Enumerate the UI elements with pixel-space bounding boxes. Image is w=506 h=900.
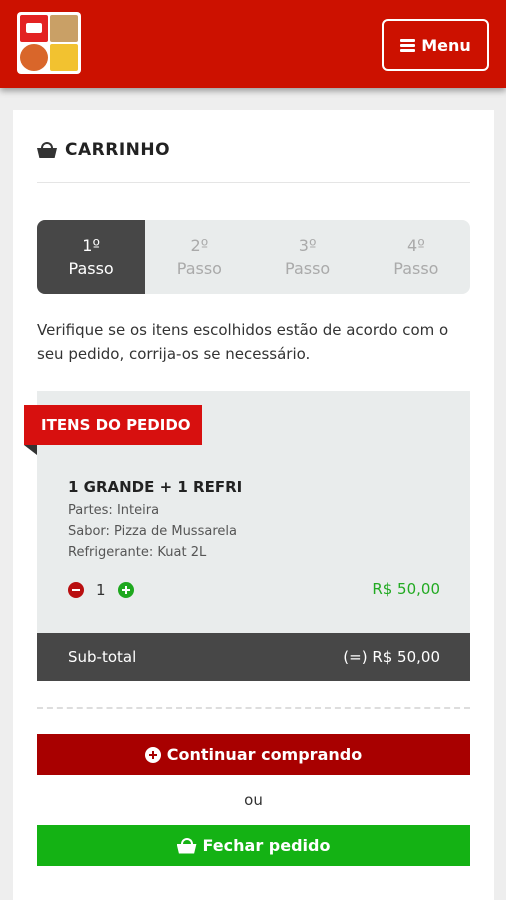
item-price: R$ 50,00 <box>372 580 440 598</box>
basket-icon <box>37 142 57 158</box>
item-name: 1 GRANDE + 1 REFRI <box>68 478 243 496</box>
step-number: 2º <box>190 235 209 255</box>
quantity-value: 1 <box>96 581 106 599</box>
dashed-divider <box>37 707 470 709</box>
menu-button[interactable]: Menu <box>382 19 489 71</box>
logo-tile <box>20 15 48 42</box>
step-4[interactable]: 4º Passo <box>362 220 470 294</box>
step-number: 3º <box>298 235 317 255</box>
store-logo[interactable] <box>17 12 81 74</box>
divider <box>37 182 470 183</box>
logo-tile <box>20 44 48 71</box>
order-items-panel: ITENS DO PEDIDO 1 GRANDE + 1 REFRI Parte… <box>24 391 470 681</box>
continue-shopping-button[interactable]: Continuar comprando <box>37 734 470 775</box>
cart-title: CARRINHO <box>65 140 171 160</box>
plus-circle-icon[interactable] <box>117 582 134 598</box>
cart-heading: CARRINHO <box>37 140 170 160</box>
step-3[interactable]: 3º Passo <box>254 220 362 294</box>
step-1[interactable]: 1º Passo <box>37 220 146 294</box>
ribbon-fold <box>24 445 37 455</box>
subtotal-value: (=) R$ 50,00 <box>343 648 440 666</box>
logo-tile <box>50 15 78 42</box>
subtotal-bar: Sub-total (=) R$ 50,00 <box>37 633 470 681</box>
subtotal-label: Sub-total <box>68 648 137 666</box>
step-label: Passo <box>176 259 222 278</box>
checkout-button[interactable]: Fechar pedido <box>37 825 470 866</box>
checkout-label: Fechar pedido <box>202 836 331 855</box>
logo-tile <box>50 44 78 71</box>
hamburger-icon <box>400 39 416 52</box>
step-2[interactable]: 2º Passo <box>145 220 253 294</box>
top-bar: Menu <box>0 0 506 88</box>
checkout-steps: 1º Passo 2º Passo 3º Passo 4º Passo <box>37 220 470 294</box>
menu-button-label: Menu <box>421 35 471 55</box>
plus-circle-icon <box>144 746 161 763</box>
item-detail: Partes: Inteira <box>68 503 160 518</box>
item-detail: Refrigerante: Kuat 2L <box>68 545 207 560</box>
step-number: 4º <box>407 235 425 255</box>
step-label: Passo <box>285 259 331 278</box>
step-number: 1º <box>82 235 100 255</box>
item-detail: Sabor: Pizza de Mussarela <box>68 524 237 539</box>
intro-text: Verifique se os itens escolhidos estão d… <box>37 321 449 363</box>
step-label: Passo <box>68 259 114 278</box>
cart-card: CARRINHO 1º Passo 2º Passo 3º Passo 4º P… <box>13 110 494 900</box>
quantity-stepper: 1 <box>68 581 134 599</box>
or-separator: ou <box>244 791 263 809</box>
step-label: Passo <box>393 259 439 278</box>
minus-circle-icon[interactable] <box>68 582 84 598</box>
basket-icon <box>176 837 197 854</box>
order-items-ribbon: ITENS DO PEDIDO <box>24 405 202 445</box>
continue-shopping-label: Continuar comprando <box>166 745 363 764</box>
